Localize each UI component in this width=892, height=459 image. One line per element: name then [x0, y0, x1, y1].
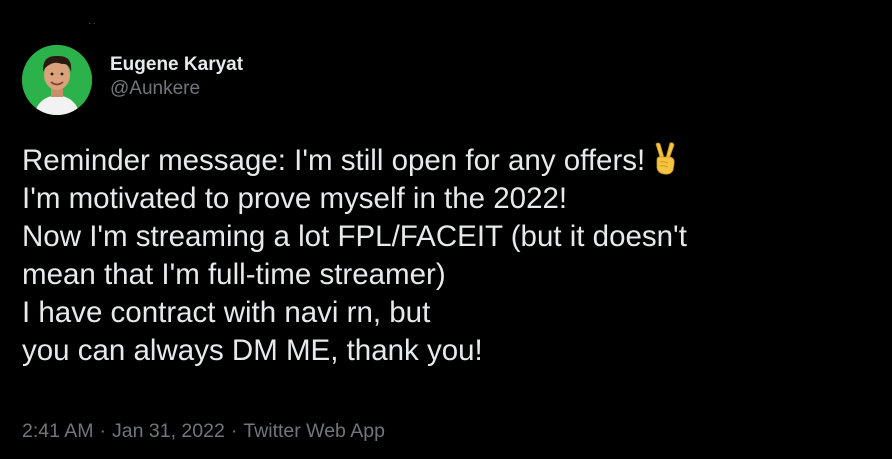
- author-display-name[interactable]: Eugene Karyat: [110, 53, 243, 77]
- tweet-text: Reminder message: I'm still open for any…: [22, 140, 882, 370]
- separator: ·: [230, 420, 238, 442]
- tweet-line: you can always DM ME, thank you!: [22, 334, 483, 367]
- profile-photo-icon: [22, 45, 92, 115]
- tweet-line: Now I'm streaming a lot FPL/FACEIT (but …: [22, 220, 687, 253]
- tweet-line: I have contract with navi rn, but: [22, 296, 431, 329]
- avatar[interactable]: [22, 45, 92, 115]
- tweet-source[interactable]: Twitter Web App: [243, 420, 385, 442]
- victory-hand-icon: [649, 140, 679, 176]
- tweet-meta: 2:41 AM · Jan 31, 2022 · Twitter Web App: [22, 419, 385, 443]
- separator: ·: [99, 420, 107, 442]
- more-dots-icon: ··: [88, 18, 97, 29]
- tweet-line: I'm motivated to prove myself in the 202…: [22, 182, 568, 215]
- tweet-header: Eugene Karyat @Aunkere: [22, 44, 243, 116]
- author-handle[interactable]: @Aunkere: [110, 77, 243, 101]
- tweet-date[interactable]: Jan 31, 2022: [112, 420, 225, 442]
- tweet-line: Reminder message: I'm still open for any…: [22, 144, 646, 177]
- author-names: Eugene Karyat @Aunkere: [110, 53, 243, 101]
- tweet-line: mean that I'm full-time streamer): [22, 258, 446, 291]
- tweet-time[interactable]: 2:41 AM: [22, 420, 94, 442]
